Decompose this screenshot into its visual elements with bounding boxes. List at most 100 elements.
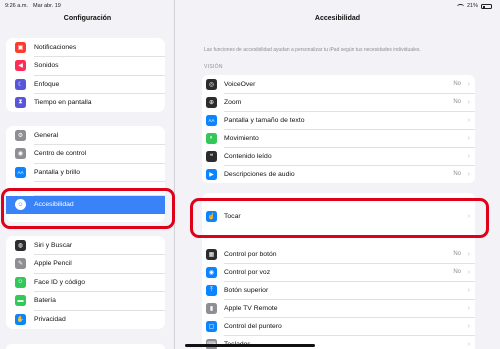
hand-icon: ✋ <box>15 313 26 325</box>
section-header-vision: VISIÓN <box>204 64 223 70</box>
chevron-right-icon: › <box>467 340 470 348</box>
text-size-icon: AA <box>15 166 26 178</box>
hourglass-icon: ⧗ <box>15 97 26 109</box>
switches-icon: ◉ <box>15 148 26 160</box>
chevron-right-icon: › <box>467 250 470 258</box>
row-voiceover[interactable]: ◎ VoiceOver No › <box>202 75 475 93</box>
sidebar-item-label: Apple Pencil <box>34 260 72 268</box>
row-label: Pantalla y tamaño de texto <box>224 116 305 124</box>
bell-icon: ▣ <box>15 41 26 53</box>
sidebar-item-face-id[interactable]: ☺ Face ID y código <box>6 273 165 292</box>
status-time: 9:26 a.m. <box>5 3 28 9</box>
settings-sidebar: Configuración ▣ Notificaciones ◀ Sonidos… <box>0 0 175 349</box>
pencil-icon: ✎ <box>15 258 26 270</box>
row-movimiento[interactable]: ◐ Movimiento › <box>202 129 475 147</box>
sidebar-item-apple-pencil[interactable]: ✎ Apple Pencil <box>6 255 165 274</box>
top-button-icon: ⤒ <box>206 284 217 296</box>
moon-icon: ☾ <box>15 78 26 90</box>
row-label: Control del puntero <box>224 322 282 330</box>
sidebar-item-label: Notificaciones <box>34 43 77 51</box>
sidebar-title: Configuración <box>63 15 112 22</box>
sidebar-item-label: Enfoque <box>34 80 60 88</box>
chevron-right-icon: › <box>467 268 470 276</box>
row-descripciones-audio[interactable]: ▶ Descripciones de audio No › <box>202 165 475 183</box>
switch-control-icon: ▦ <box>206 248 217 260</box>
status-right: 21% <box>456 3 492 9</box>
speaker-icon: ◀ <box>15 60 26 72</box>
pointer-icon: ▢ <box>206 320 217 332</box>
zoom-icon: ⊕ <box>206 96 217 108</box>
vision-group: ◎ VoiceOver No › ⊕ Zoom No › AA Pantalla… <box>202 75 475 183</box>
battery-icon: ▬ <box>15 295 26 307</box>
motion-icon: ◐ <box>206 132 217 144</box>
sidebar-item-label: Sonidos <box>34 62 59 70</box>
sidebar-item-tiempo-en-pantalla[interactable]: ⧗ Tiempo en pantalla <box>6 94 165 113</box>
battery-percent: 21% <box>466 3 478 9</box>
sidebar-item-notificaciones[interactable]: ▣ Notificaciones <box>6 38 165 57</box>
audio-description-icon: ▶ <box>206 168 217 180</box>
sidebar-item-label: Centro de control <box>34 150 87 158</box>
row-label: Control por botón <box>224 250 277 258</box>
sidebar-item-centro-de-control[interactable]: ◉ Centro de control <box>6 145 165 164</box>
speech-icon: ❝ <box>206 150 217 162</box>
highlight-accesibilidad <box>1 188 175 229</box>
row-control-por-voz[interactable]: ◉ Control por voz No › <box>202 263 475 281</box>
chevron-right-icon: › <box>467 304 470 312</box>
chevron-right-icon: › <box>467 80 470 88</box>
row-control-del-puntero[interactable]: ▢ Control del puntero › <box>202 317 475 335</box>
row-value: No <box>453 171 461 177</box>
sidebar-item-label: Pantalla y brillo <box>34 168 81 176</box>
faceid-icon: ☺ <box>15 276 26 288</box>
sidebar-item-general[interactable]: ⚙ General <box>6 126 165 145</box>
battery-icon <box>481 3 492 9</box>
row-label: Botón superior <box>224 286 269 294</box>
sidebar-item-label: Batería <box>34 297 56 305</box>
sidebar-item-label: Siri y Buscar <box>34 241 73 249</box>
siri-icon: ◍ <box>15 239 26 251</box>
gear-icon: ⚙ <box>15 129 26 141</box>
row-boton-superior[interactable]: ⤒ Botón superior › <box>202 281 475 299</box>
row-value: No <box>453 81 461 87</box>
status-bar: 9:26 a.m. Mar abr. 19 21% <box>0 0 500 12</box>
row-contenido-leido[interactable]: ❝ Contenido leído › <box>202 147 475 165</box>
sidebar-group-privacy: ◍ Siri y Buscar ✎ Apple Pencil ☺ Face ID… <box>6 236 165 329</box>
sidebar-item-bateria[interactable]: ▬ Batería <box>6 292 165 311</box>
wifi-icon <box>456 3 464 9</box>
row-label: VoiceOver <box>224 80 256 88</box>
row-zoom[interactable]: ⊕ Zoom No › <box>202 93 475 111</box>
chevron-right-icon: › <box>467 286 470 294</box>
accessibility-pane: Accesibilidad Las funciones de accesibil… <box>175 0 500 349</box>
description-text: Las funciones de accesibilidad ayudan a … <box>204 47 421 53</box>
sidebar-item-pantalla-y-brillo[interactable]: AA Pantalla y brillo <box>6 163 165 182</box>
sidebar-item-label: General <box>34 131 59 139</box>
chevron-right-icon: › <box>467 152 470 160</box>
interaction-group: ▦ Control por botón No › ◉ Control por v… <box>202 245 475 349</box>
sidebar-item-siri-y-buscar[interactable]: ◍ Siri y Buscar <box>6 236 165 255</box>
remote-icon: ▮ <box>206 302 217 314</box>
text-size-icon: AA <box>206 114 217 126</box>
row-label: Movimiento <box>224 134 259 142</box>
sidebar-item-label: Face ID y código <box>34 278 85 286</box>
chevron-right-icon: › <box>467 98 470 106</box>
home-indicator <box>185 344 315 347</box>
row-value: No <box>453 251 461 257</box>
highlight-tocar <box>190 198 489 238</box>
status-date: Mar abr. 19 <box>33 3 61 9</box>
voiceover-icon: ◎ <box>206 78 217 90</box>
chevron-right-icon: › <box>467 134 470 142</box>
row-label: Control por voz <box>224 268 271 276</box>
row-label: Contenido leído <box>224 152 272 160</box>
sidebar-item-privacidad[interactable]: ✋ Privacidad <box>6 310 165 329</box>
sidebar-item-label: Privacidad <box>34 315 66 323</box>
sidebar-group-next <box>6 344 165 349</box>
row-control-por-boton[interactable]: ▦ Control por botón No › <box>202 245 475 263</box>
row-apple-tv-remote[interactable]: ▮ Apple TV Remote › <box>202 299 475 317</box>
chevron-right-icon: › <box>467 170 470 178</box>
row-value: No <box>453 99 461 105</box>
sidebar-item-sonidos[interactable]: ◀ Sonidos <box>6 57 165 76</box>
row-label: Zoom <box>224 98 242 106</box>
page-title: Accesibilidad <box>314 15 361 22</box>
row-label: Apple TV Remote <box>224 304 278 312</box>
row-pantalla-texto[interactable]: AA Pantalla y tamaño de texto › <box>202 111 475 129</box>
sidebar-item-enfoque[interactable]: ☾ Enfoque <box>6 75 165 94</box>
